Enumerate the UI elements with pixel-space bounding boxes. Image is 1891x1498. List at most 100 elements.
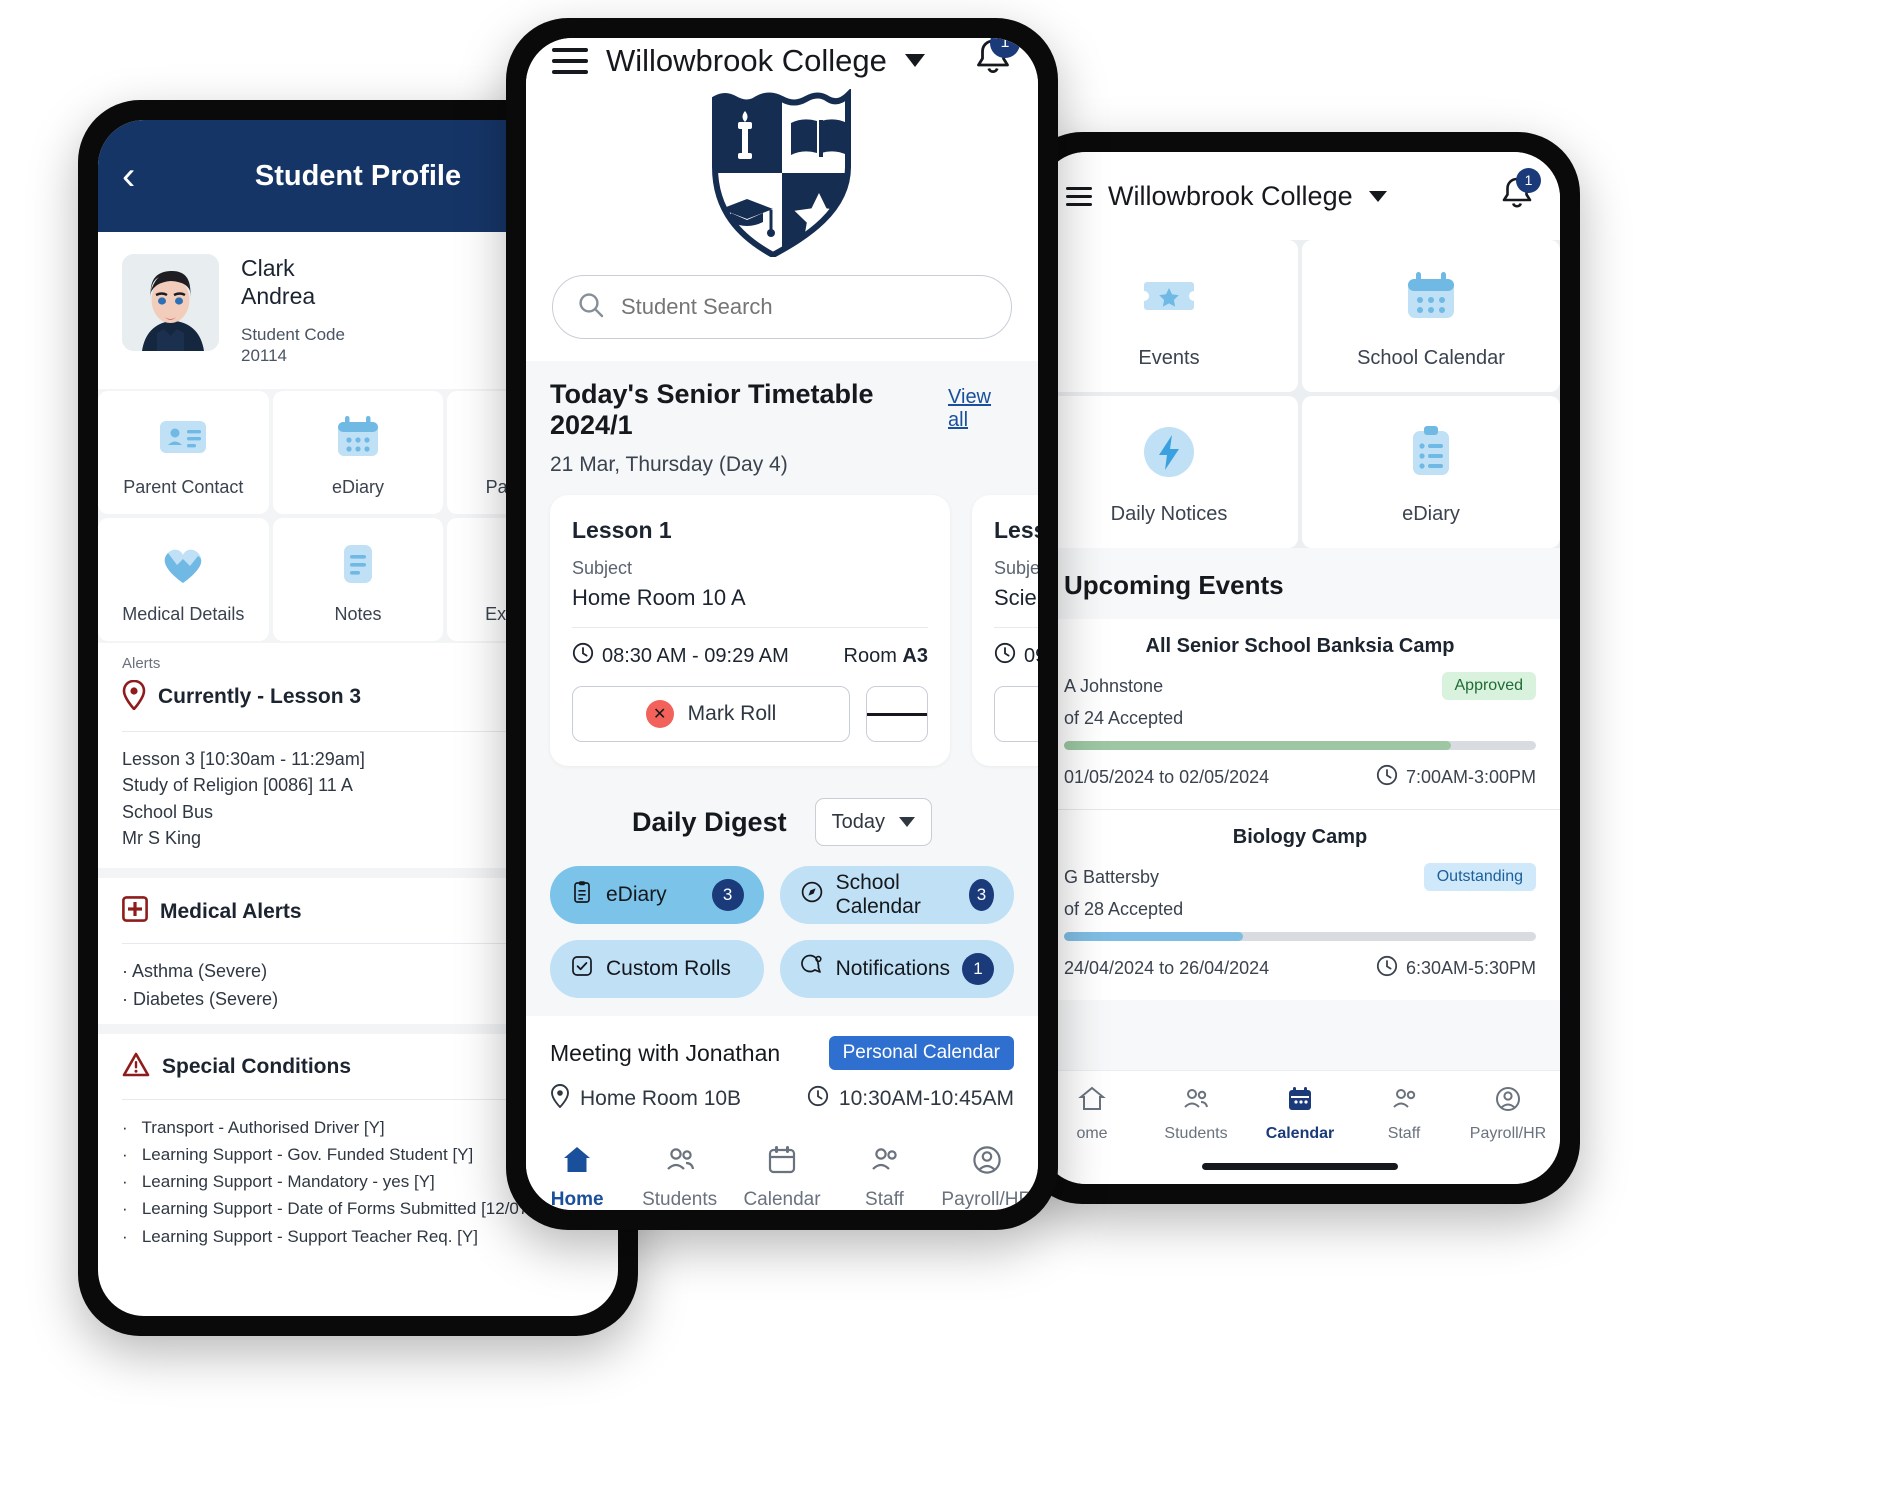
mark-roll-button[interactable] bbox=[994, 686, 1038, 742]
notification-badge: 1 bbox=[1516, 167, 1541, 193]
clock-icon bbox=[1376, 764, 1398, 791]
lesson-time: 09: bbox=[1024, 644, 1038, 667]
digest-range-select[interactable]: Today bbox=[814, 798, 932, 846]
tab-home[interactable]: Home bbox=[526, 1144, 628, 1210]
search-input-wrapper[interactable] bbox=[552, 275, 1012, 339]
tab-payroll-hr[interactable]: Payroll/HR bbox=[936, 1144, 1038, 1210]
school-name[interactable]: Willowbrook College bbox=[1108, 181, 1353, 212]
search-icon bbox=[577, 291, 605, 324]
mark-roll-label: Mark Roll bbox=[687, 702, 777, 725]
calendar-icon bbox=[332, 411, 384, 463]
digest-chip-custom-rolls[interactable]: Custom Rolls bbox=[550, 940, 764, 998]
event-card[interactable]: All Senior School Banksia Camp A Johnsto… bbox=[1040, 619, 1560, 809]
student-first-name: Andrea bbox=[241, 283, 316, 310]
tab-label: ome bbox=[1076, 1125, 1108, 1142]
digest-chip-notifications[interactable]: Notifications 1 bbox=[779, 940, 1014, 998]
location-pin-icon bbox=[122, 679, 146, 715]
tab-label: Payroll/HR bbox=[941, 1189, 1033, 1210]
lesson-card[interactable]: Lesson 2 Subject Science 09: bbox=[972, 495, 1038, 766]
meeting-time: 10:30AM-10:45AM bbox=[838, 1087, 1014, 1110]
view-all-link[interactable]: View all bbox=[948, 386, 1014, 432]
warning-triangle-icon bbox=[122, 1052, 150, 1083]
event-times: 6:30AM-5:30PM bbox=[1405, 958, 1536, 978]
search-input[interactable] bbox=[621, 294, 987, 320]
hamburger-menu-icon[interactable] bbox=[1066, 182, 1092, 211]
ticket-star-icon bbox=[1139, 266, 1199, 331]
tile-parent-contact[interactable]: Parent Contact bbox=[98, 390, 269, 514]
chip-count: 3 bbox=[711, 879, 744, 911]
lesson-card[interactable]: Lesson 1 Subject Home Room 10 A 08:30 AM… bbox=[550, 495, 950, 766]
tab-students[interactable]: Students bbox=[628, 1144, 730, 1210]
chip-label: eDiary bbox=[606, 883, 667, 906]
tile-medical-details[interactable]: Medical Details bbox=[98, 517, 269, 641]
event-times: 7:00AM-3:00PM bbox=[1405, 767, 1536, 787]
digest-chip-school-calendar[interactable]: School Calendar 3 bbox=[779, 866, 1014, 924]
tile-label: Parent Contact bbox=[123, 476, 244, 497]
right-tabbar: ome Students Calendar Staff Payroll/HR bbox=[1040, 1070, 1560, 1153]
meeting-title: Meeting with Jonathan bbox=[550, 1039, 781, 1066]
notification-icon bbox=[800, 954, 824, 984]
tile-ediary[interactable]: eDiary bbox=[272, 390, 444, 514]
chevron-down-icon bbox=[898, 817, 915, 827]
event-dates: 24/04/2024 to 26/04/2024 bbox=[1064, 958, 1270, 978]
location-pin-icon bbox=[550, 1084, 570, 1114]
tab-label: Students bbox=[642, 1189, 718, 1210]
tab-payroll-hr[interactable]: Payroll/HR bbox=[1456, 1085, 1560, 1143]
subject-label: Subject bbox=[994, 558, 1038, 578]
chip-count: 3 bbox=[968, 879, 994, 911]
chevron-down-icon[interactable] bbox=[1368, 190, 1387, 202]
chip-label: Notifications bbox=[835, 957, 950, 980]
ediary-list-icon bbox=[1401, 422, 1461, 487]
chip-count: 1 bbox=[962, 953, 994, 985]
event-accepted: of 28 Accepted bbox=[1064, 899, 1184, 919]
event-card[interactable]: Biology Camp G Battersby Outstanding of … bbox=[1040, 810, 1560, 1000]
grid-item-ediary[interactable]: eDiary bbox=[1302, 396, 1560, 548]
tab-students[interactable]: Students bbox=[1144, 1085, 1248, 1143]
hamburger-menu-icon[interactable] bbox=[552, 41, 588, 81]
status-badge: Approved bbox=[1441, 672, 1536, 700]
calendar-icon bbox=[1401, 266, 1461, 331]
tab-label: Students bbox=[1164, 1125, 1228, 1142]
event-progress-bar bbox=[1064, 741, 1536, 750]
chevron-down-icon[interactable] bbox=[904, 54, 925, 67]
subject-value: Science bbox=[994, 585, 1038, 610]
payroll-icon bbox=[1494, 1085, 1522, 1118]
lesson-name: Lesson 2 bbox=[994, 517, 1038, 543]
bell-icon[interactable]: 1 bbox=[974, 38, 1020, 83]
school-crest-logo bbox=[526, 83, 1038, 265]
tab-calendar[interactable]: Calendar bbox=[1248, 1085, 1352, 1143]
timetable-title: Today's Senior Timetable 2024/1 bbox=[550, 379, 874, 440]
digest-chip-ediary[interactable]: eDiary 3 bbox=[550, 866, 764, 924]
lesson-name: Lesson 1 bbox=[572, 517, 672, 543]
meeting-card[interactable]: Meeting with Jonathan Personal Calendar … bbox=[526, 1016, 1038, 1128]
mark-roll-button[interactable]: ✕ Mark Roll bbox=[572, 686, 850, 742]
tile-notes[interactable]: Notes bbox=[272, 517, 444, 641]
grid-item-events[interactable]: Events bbox=[1040, 240, 1298, 392]
school-name[interactable]: Willowbrook College bbox=[606, 43, 887, 79]
student-last-name: Clark bbox=[241, 255, 295, 281]
bell-icon[interactable]: 1 bbox=[1500, 167, 1541, 217]
staff-icon bbox=[1390, 1085, 1418, 1118]
staff-icon bbox=[868, 1144, 900, 1181]
grid-item-school-calendar[interactable]: School Calendar bbox=[1302, 240, 1560, 392]
avatar bbox=[122, 254, 219, 351]
current-alert-title: Currently - Lesson 3 bbox=[158, 685, 362, 709]
tab-label: Staff bbox=[1387, 1125, 1421, 1142]
clock-icon bbox=[572, 642, 594, 670]
tile-label: eDiary bbox=[331, 476, 384, 497]
list-menu-icon[interactable] bbox=[866, 686, 928, 742]
tab-label: Home bbox=[550, 1189, 604, 1210]
chevron-left-icon[interactable]: ‹ bbox=[122, 156, 168, 196]
grid-item-daily-notices[interactable]: Daily Notices bbox=[1040, 396, 1298, 548]
digest-range-value: Today bbox=[831, 810, 885, 833]
tab-calendar[interactable]: Calendar bbox=[731, 1144, 833, 1210]
student-code-value: 20114 bbox=[241, 346, 288, 366]
tab-staff[interactable]: Staff bbox=[1352, 1085, 1456, 1143]
clock-icon bbox=[994, 642, 1016, 670]
student-code-label: Student Code bbox=[241, 325, 345, 345]
medical-cross-icon bbox=[122, 896, 148, 927]
tab-staff[interactable]: Staff bbox=[833, 1144, 935, 1210]
grid-item-label: eDiary bbox=[1402, 503, 1460, 525]
status-badge: Outstanding bbox=[1423, 863, 1536, 891]
event-progress-bar bbox=[1064, 932, 1536, 941]
